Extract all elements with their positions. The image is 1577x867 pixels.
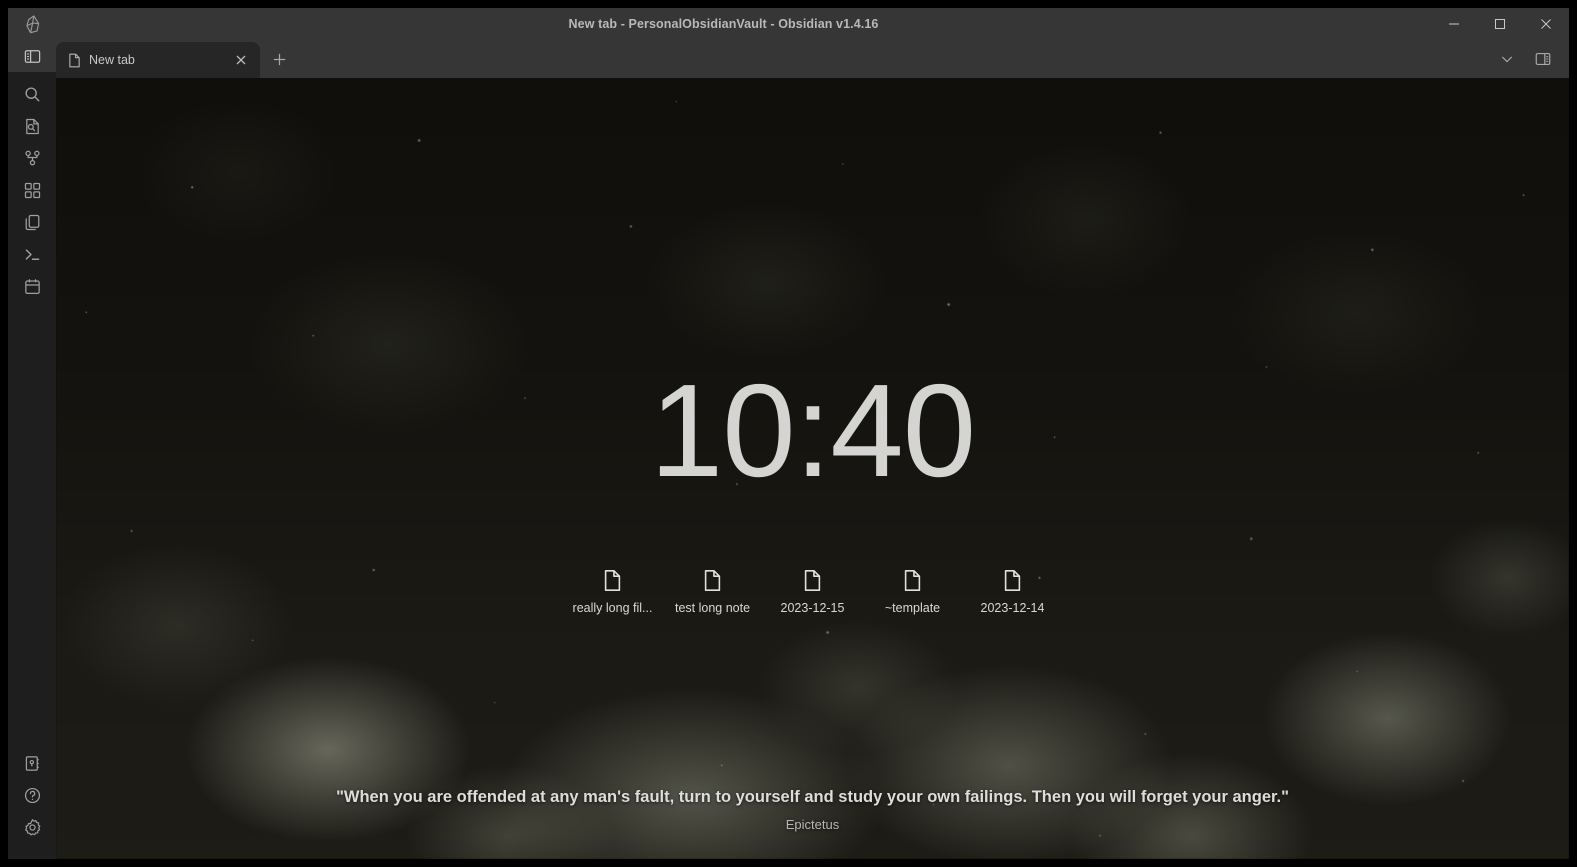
close-icon[interactable] <box>1523 8 1569 40</box>
tab-close-icon[interactable] <box>230 49 252 71</box>
recent-file-label: really long fil... <box>572 601 653 615</box>
left-ribbon <box>8 40 56 859</box>
tab-label: New tab <box>89 53 135 67</box>
ribbon-item-settings[interactable] <box>8 811 56 843</box>
tab-new-tab[interactable]: New tab <box>56 42 260 78</box>
ribbon-item-quick-switcher[interactable] <box>8 110 56 142</box>
recent-file-label: ~template <box>884 601 941 615</box>
ribbon-item-canvas[interactable] <box>8 174 56 206</box>
window-controls <box>1431 8 1569 40</box>
home-content: 10:40 really long fil... test long note … <box>56 78 1569 859</box>
quote-block: "When you are offended at any man's faul… <box>253 786 1373 832</box>
quote-author: Epictetus <box>785 817 840 833</box>
ribbon-item-open-copy[interactable] <box>8 206 56 238</box>
ribbon-item-open-another-vault[interactable] <box>8 747 56 779</box>
tab-bar-actions <box>1495 40 1569 78</box>
maximize-icon[interactable] <box>1477 8 1523 40</box>
recent-file-label: test long note <box>674 601 751 615</box>
recent-file-item[interactable]: really long fil... <box>563 566 663 615</box>
file-icon <box>68 53 81 68</box>
recent-file-item[interactable]: 2023-12-14 <box>963 566 1063 615</box>
file-icon <box>903 566 922 594</box>
recent-files-row: really long fil... test long note 2023-1… <box>56 566 1569 615</box>
ribbon-item-toggle-left-sidebar[interactable] <box>8 40 56 72</box>
recent-file-item[interactable]: ~template <box>863 566 963 615</box>
recent-file-item[interactable]: 2023-12-15 <box>763 566 863 615</box>
title-bar: New tab - PersonalObsidianVault - Obsidi… <box>8 8 1569 40</box>
tab-bar: New tab <box>8 40 1569 78</box>
new-tab-home-view: 10:40 really long fil... test long note … <box>56 78 1569 859</box>
clock-display: 10:40 <box>649 357 976 504</box>
file-icon <box>603 566 622 594</box>
new-tab-button[interactable] <box>264 42 294 76</box>
minimize-icon[interactable] <box>1431 8 1477 40</box>
ribbon-item-terminal[interactable] <box>8 238 56 270</box>
ribbon-item-graph-view[interactable] <box>8 142 56 174</box>
recent-file-label: 2023-12-15 <box>780 601 845 615</box>
file-icon <box>803 566 822 594</box>
ribbon-item-search[interactable] <box>8 78 56 110</box>
right-sidebar-toggle-icon[interactable] <box>1531 47 1555 71</box>
file-icon <box>703 566 722 594</box>
recent-file-item[interactable]: test long note <box>663 566 763 615</box>
ribbon-item-help[interactable] <box>8 779 56 811</box>
file-icon <box>1003 566 1022 594</box>
chevron-down-icon[interactable] <box>1495 47 1519 71</box>
obsidian-window: New tab - PersonalObsidianVault - Obsidi… <box>0 0 1577 867</box>
ribbon-item-calendar[interactable] <box>8 270 56 302</box>
ribbon-bottom-items <box>8 747 56 859</box>
quote-text: "When you are offended at any man's faul… <box>336 788 1289 806</box>
ribbon-top-items <box>8 40 56 302</box>
window-title: New tab - PersonalObsidianVault - Obsidi… <box>568 17 879 31</box>
recent-file-label: 2023-12-14 <box>980 601 1045 615</box>
